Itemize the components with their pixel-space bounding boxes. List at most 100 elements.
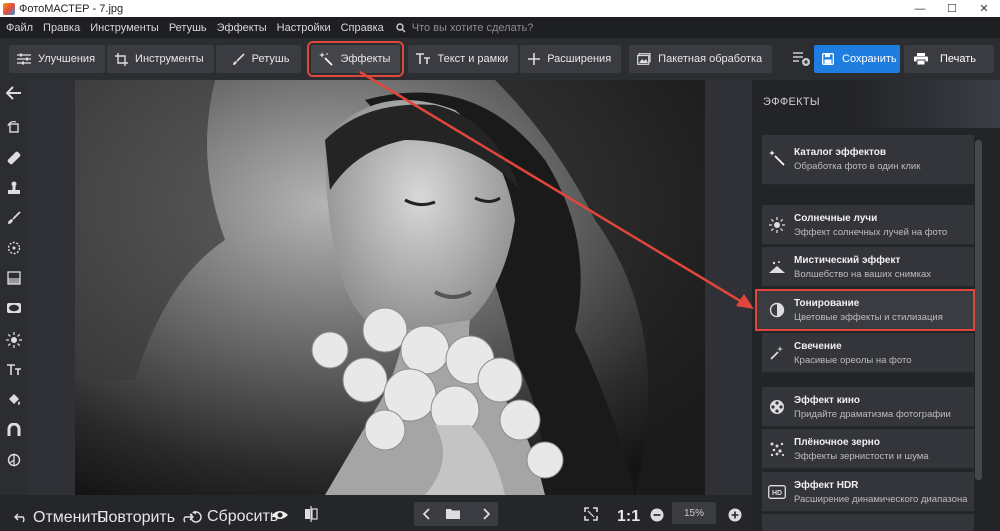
panel-title: ЭФФЕКТЫ <box>763 96 820 108</box>
panel-header: ЭФФЕКТЫ <box>752 80 1000 128</box>
photo-preview[interactable] <box>75 80 705 495</box>
zoom-out-button[interactable] <box>650 508 669 522</box>
tools-label: Инструменты <box>135 53 204 65</box>
panel-scrollbar[interactable] <box>975 140 982 480</box>
retouch-button[interactable]: Ретушь <box>215 45 302 73</box>
sun-icon <box>768 216 786 234</box>
text-frames-label: Текст и рамки <box>437 53 509 65</box>
fullscreen-icon <box>584 507 598 521</box>
effect-item-mystic[interactable]: Мистический эффект Волшебство на ваших с… <box>762 247 974 287</box>
search-icon <box>396 22 406 32</box>
plus-circle-icon <box>728 508 742 522</box>
effect-desc: Эффекты зернистости и шума <box>794 451 929 462</box>
tools-button[interactable]: Инструменты <box>107 45 214 73</box>
search-placeholder: Что вы хотите сделать? <box>411 21 534 34</box>
grain-icon <box>768 440 786 458</box>
print-button[interactable]: Печать <box>904 45 994 73</box>
effect-name: Эффект кино <box>794 395 861 406</box>
actual-size-button[interactable]: 1:1 <box>617 508 640 526</box>
light-tool-icon[interactable] <box>4 330 24 350</box>
effect-item-toning[interactable]: Тонирование Цветовые эффекты и стилизаци… <box>755 289 975 331</box>
radial-tool-icon[interactable] <box>4 238 24 258</box>
extensions-button[interactable]: Расширения <box>520 45 622 73</box>
effects-button[interactable]: Эффекты <box>307 41 405 77</box>
shape-tool-icon[interactable] <box>4 450 24 470</box>
effect-name: Плёночное зерно <box>794 437 880 448</box>
magic-wand-icon <box>768 149 786 167</box>
gallery-icon <box>637 53 651 65</box>
menu-tools[interactable]: Инструменты <box>90 22 159 34</box>
menu-bar: Файл Правка Инструменты Ретушь Эффекты Н… <box>0 17 1000 38</box>
effect-desc: Эффект солнечных лучей на фото <box>794 227 948 238</box>
effect-item-partial[interactable] <box>762 514 974 531</box>
preview-eye-button[interactable] <box>271 509 294 521</box>
zoom-level-field[interactable]: 15% <box>672 502 716 524</box>
zoom-in-button[interactable] <box>728 508 747 522</box>
catalog-desc: Обработка фото в один клик <box>794 161 921 172</box>
undo-icon <box>14 513 25 523</box>
batch-button[interactable]: Пакетная обработка <box>629 45 773 73</box>
reset-button[interactable]: Сбросить <box>190 508 278 526</box>
plus-icon <box>528 53 541 65</box>
undo-button[interactable]: Отменить <box>14 509 106 527</box>
printer-icon <box>914 53 928 65</box>
gradient-tool-icon[interactable] <box>4 268 24 288</box>
menu-effects[interactable]: Эффекты <box>217 22 267 34</box>
save-button[interactable]: Сохранить <box>814 45 900 73</box>
effect-desc: Расширение динамического диапазона <box>794 494 968 505</box>
effect-item-sun-rays[interactable]: Солнечные лучи Эффект солнечных лучей на… <box>762 205 974 245</box>
effect-item-cinema[interactable]: Эффект кино Придайте драматизма фотограф… <box>762 387 974 427</box>
text-frames-button[interactable]: Текст и рамки <box>408 45 519 73</box>
effect-item-glow[interactable]: Свечение Красивые ореолы на фото <box>762 333 974 373</box>
effect-name: Эффект HDR <box>794 480 859 491</box>
close-button[interactable]: ✕ <box>968 0 1000 17</box>
menu-search[interactable]: Что вы хотите сделать? <box>396 21 534 34</box>
undo-label: Отменить <box>33 509 107 526</box>
redo-button[interactable]: Повторить <box>97 509 199 527</box>
chevron-right-icon <box>483 508 490 520</box>
menu-edit[interactable]: Правка <box>43 22 80 34</box>
vignette-tool-icon[interactable] <box>4 298 24 318</box>
ratio-label: 1:1 <box>617 508 641 525</box>
fit-screen-button[interactable] <box>584 507 603 521</box>
stamp-tool-icon[interactable] <box>4 178 24 198</box>
effect-item-film-grain[interactable]: Плёночное зерно Эффекты зернистости и шу… <box>762 429 974 469</box>
magnet-tool-icon[interactable] <box>4 420 24 440</box>
glow-icon <box>768 344 786 362</box>
menu-file[interactable]: Файл <box>6 22 33 34</box>
eye-icon <box>272 511 288 519</box>
catalog-name: Каталог эффектов <box>794 147 886 158</box>
menu-retouch[interactable]: Ретушь <box>169 22 207 34</box>
improve-button[interactable]: Улучшения <box>9 45 106 73</box>
effect-item-hdr[interactable]: HD Эффект HDR Расширение динамического д… <box>762 472 974 512</box>
bandage-tool-icon[interactable] <box>4 148 24 168</box>
folder-icon <box>446 509 460 519</box>
next-image-button[interactable] <box>482 508 495 520</box>
menu-settings[interactable]: Настройки <box>277 22 331 34</box>
text-tool-icon[interactable] <box>4 360 24 380</box>
effect-name: Тонирование <box>794 298 860 309</box>
mystic-icon <box>768 258 786 276</box>
brush-tool-icon[interactable] <box>4 208 24 228</box>
print-label: Печать <box>940 53 977 65</box>
prev-image-button[interactable] <box>423 508 436 520</box>
back-arrow-icon[interactable] <box>4 83 24 103</box>
fill-tool-icon[interactable] <box>4 390 24 410</box>
effect-desc: Придайте драматизма фотографии <box>794 409 951 420</box>
compare-button[interactable] <box>304 506 323 522</box>
minus-circle-icon <box>650 508 664 522</box>
effect-desc: Волшебство на ваших снимках <box>794 269 931 280</box>
minimize-button[interactable]: — <box>904 0 936 17</box>
effect-desc: Красивые ореолы на фото <box>794 355 912 366</box>
effect-catalog-item[interactable]: Каталог эффектов Обработка фото в один к… <box>762 135 974 185</box>
menu-help[interactable]: Справка <box>341 22 384 34</box>
rotate-tool-icon[interactable] <box>4 118 24 138</box>
zoom-value: 15% <box>683 507 704 519</box>
window-title: ФотоМАСТЕР - 7.jpg <box>19 2 124 15</box>
floppy-disk-icon <box>822 53 834 65</box>
maximize-button[interactable]: ☐ <box>936 0 968 17</box>
redo-label: Повторить <box>97 509 176 526</box>
improve-label: Улучшения <box>38 53 96 65</box>
open-folder-button[interactable] <box>446 508 465 519</box>
toning-icon <box>768 301 786 319</box>
